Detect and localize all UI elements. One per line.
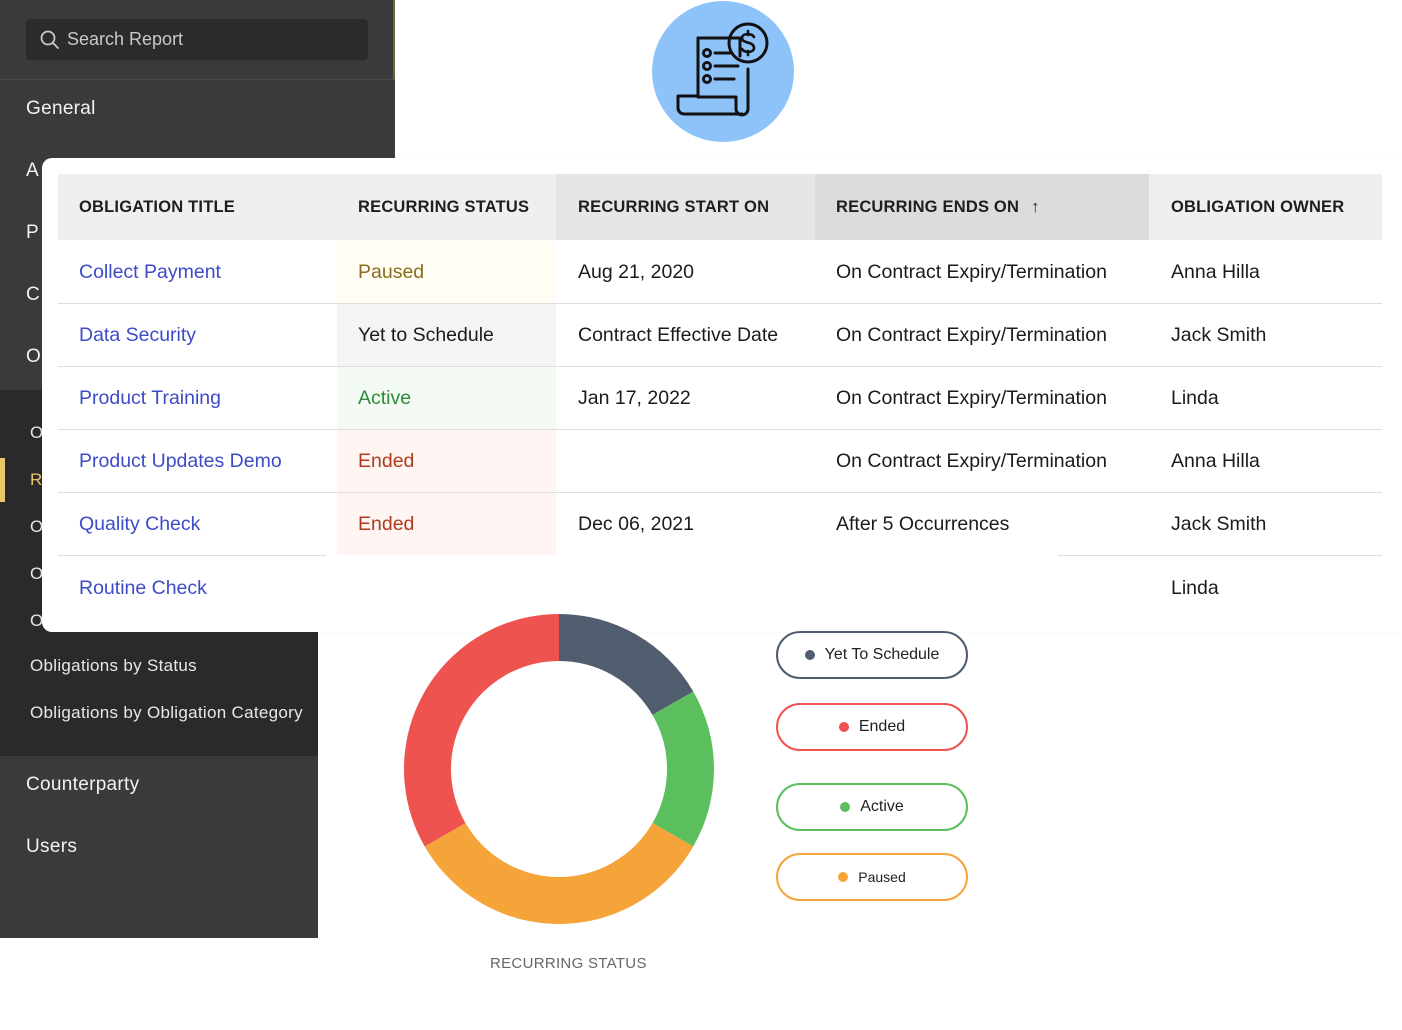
table-cell-ends: On Contract Expiry/Termination <box>836 387 1107 409</box>
search-placeholder: Search Report <box>67 29 184 49</box>
sidebar-cutout <box>318 632 402 938</box>
recurring-status-donut-chart <box>404 614 714 924</box>
status-yet-to-schedule: Yet to Schedule <box>358 324 494 346</box>
legend-yet-to-schedule[interactable]: Yet To Schedule <box>776 631 968 679</box>
legend-label: Active <box>860 798 904 815</box>
table-cell-owner: Linda <box>1171 577 1219 599</box>
column-header-recurring-ends[interactable]: RECURRING ENDS ON ↑ <box>836 174 1040 240</box>
legend-label: Yet To Schedule <box>824 646 940 663</box>
report-logo <box>652 1 794 142</box>
table-cell-ends: On Contract Expiry/Termination <box>836 324 1107 346</box>
table-row-title[interactable]: Collect Payment <box>79 241 221 304</box>
search-icon <box>40 30 60 50</box>
legend-paused[interactable]: Paused <box>776 853 968 901</box>
table-cell-owner: Linda <box>1171 387 1219 409</box>
donut-slice-yet-to-schedule[interactable] <box>559 614 694 715</box>
table-cell-owner: Anna Hilla <box>1171 450 1260 472</box>
legend-dot <box>804 650 815 660</box>
sidebar-active-indicator <box>0 458 5 502</box>
donut-slice-paused[interactable] <box>424 823 694 924</box>
search-input[interactable]: Search Report <box>26 19 368 60</box>
table-cell-start: Dec 06, 2021 <box>578 513 695 535</box>
table-cell-owner: Jack Smith <box>1171 513 1267 535</box>
sidebar-item-general[interactable]: General <box>26 98 96 120</box>
table-row-title[interactable]: Quality Check <box>79 493 200 556</box>
legend-ended[interactable]: Ended <box>776 703 968 751</box>
status-active: Active <box>358 387 412 409</box>
legend-dot <box>840 802 851 812</box>
column-header-recurring-start[interactable]: RECURRING START ON <box>578 174 769 240</box>
sidebar-item-o[interactable]: O <box>26 346 41 368</box>
column-header-recurring-status[interactable]: RECURRING STATUS <box>358 174 529 240</box>
sidebar-accent-line <box>393 0 395 80</box>
status-ended: Ended <box>358 513 415 535</box>
sidebar-item-c[interactable]: C <box>26 284 40 306</box>
table-row-title[interactable]: Routine Check <box>79 557 207 620</box>
table-cell-start: Contract Effective Date <box>578 324 779 346</box>
column-header-obligation-owner[interactable]: OBLIGATION OWNER <box>1171 174 1344 240</box>
sidebar-divider <box>0 79 395 80</box>
sidebar-subitem-obligations-by-status[interactable]: Obligations by Status <box>30 656 197 676</box>
donut-slice-active[interactable] <box>652 691 714 847</box>
legend-active[interactable]: Active <box>776 783 968 831</box>
sort-ascending-icon[interactable]: ↑ <box>1031 198 1039 217</box>
table-row-title[interactable]: Product Updates Demo <box>79 430 282 493</box>
table-cell-start: Jan 17, 2022 <box>578 387 691 409</box>
table-cell-start: Aug 21, 2020 <box>578 261 695 283</box>
table-cell-ends: On Contract Expiry/Termination <box>836 450 1107 472</box>
legend-dot <box>838 722 849 732</box>
table-row-title[interactable]: Data Security <box>79 304 196 367</box>
status-paused: Paused <box>358 261 425 283</box>
legend-label: Paused <box>858 869 906 885</box>
donut-slice-ended[interactable] <box>404 614 559 847</box>
table-cell-owner: Jack Smith <box>1171 324 1267 346</box>
sidebar-item-p[interactable]: P <box>26 222 39 244</box>
legend-label: Ended <box>858 718 906 735</box>
sidebar-item-users[interactable]: Users <box>26 836 77 858</box>
invoice-dollar-icon <box>676 22 769 117</box>
sidebar-item-counterparty[interactable]: Counterparty <box>26 774 139 796</box>
chart-title: RECURRING STATUS <box>490 955 647 972</box>
legend-dot <box>838 872 849 882</box>
column-header-obligation-title[interactable]: OBLIGATION TITLE <box>79 174 235 240</box>
table-cell-ends: On Contract Expiry/Termination <box>836 261 1107 283</box>
sidebar-subitem-obligations-by-category[interactable]: Obligations by Obligation Category <box>30 703 303 723</box>
table-cell-ends: After 5 Occurrences <box>836 513 1010 535</box>
column-header-label: RECURRING ENDS ON <box>836 197 1020 216</box>
table-cell-owner: Anna Hilla <box>1171 261 1260 283</box>
sidebar-item-a[interactable]: A <box>26 160 39 182</box>
status-ended: Ended <box>358 450 415 472</box>
table-row-title[interactable]: Product Training <box>79 367 221 430</box>
sidebar-subitem-active[interactable]: R <box>30 470 43 490</box>
